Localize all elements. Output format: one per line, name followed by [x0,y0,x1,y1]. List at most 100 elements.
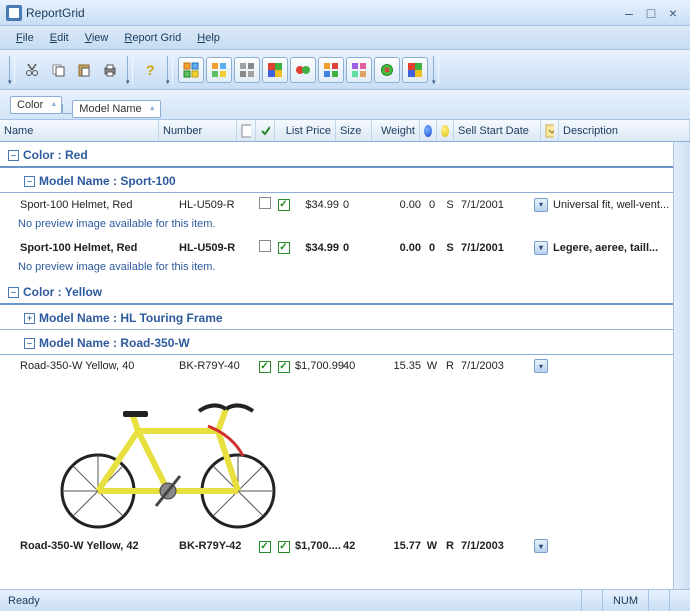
cell-price: $1,700.99 [293,360,341,372]
table-row[interactable]: Sport-100 Helmet, Red HL-U509-R $34.99 0… [0,236,690,259]
menu-help[interactable]: Help [189,30,228,46]
cell-size: 40 [341,360,369,372]
cell-dropdown[interactable]: ▾ [531,241,551,255]
paste-button[interactable] [72,58,96,82]
tool-icon-8[interactable] [374,57,400,83]
cell-flag2[interactable] [274,241,293,254]
tool-icon-4[interactable] [262,57,288,83]
group-model-sport100[interactable]: – Model Name : Sport-100 [0,168,690,193]
group-model-hltouring[interactable]: + Model Name : HL Touring Frame [0,305,690,330]
cell-weight: 15.35 [369,360,423,372]
cell-date: 7/1/2003 [459,360,531,372]
tool-icon-2[interactable] [206,57,232,83]
grid-body: – Color : Red – Model Name : Sport-100 S… [0,142,690,589]
col-listprice[interactable]: List Price [275,120,336,141]
cell-dropdown[interactable]: ▾ [531,359,551,373]
cell-name: Sport-100 Helmet, Red [18,199,177,211]
collapse-icon[interactable]: – [8,287,19,298]
toolbar: ? [0,50,690,90]
maximize-button[interactable]: □ [640,4,662,22]
print-button[interactable] [98,58,122,82]
toolbar-sep-1 [127,56,133,84]
col-flag1[interactable] [237,120,256,141]
vertical-scrollbar[interactable] [673,142,690,589]
no-preview-text: No preview image available for this item… [0,216,690,236]
status-pane [648,590,669,611]
cell-name: Sport-100 Helmet, Red [18,242,177,254]
table-row[interactable]: Road-350-W Yellow, 40 BK-R79Y-40 $1,700.… [0,355,690,377]
cell-flag1[interactable] [255,197,274,212]
tool-icon-1[interactable] [178,57,204,83]
table-row[interactable]: Road-350-W Yellow, 42 BK-R79Y-42 $1,700.… [0,535,690,557]
groupby-bar: Color Model Name [0,90,690,120]
cell-price: $34.99 [293,199,341,211]
col-color-blue[interactable] [420,120,437,141]
toolbar-sep-3 [433,56,439,84]
groupby-modelname[interactable]: Model Name [72,100,160,118]
col-sellstartdate[interactable]: Sell Start Date [454,120,541,141]
toolbar-grip[interactable] [9,56,15,84]
collapse-icon[interactable]: – [24,338,35,349]
cell-number: BK-R79Y-42 [177,540,255,552]
menu-reportgrid[interactable]: Report Grid [116,30,189,46]
collapse-icon[interactable]: – [24,176,35,187]
cell-dropdown[interactable]: ▾ [531,539,551,553]
copy-button[interactable] [46,58,70,82]
cell-desc: Legere, aeree, taill... [551,242,690,254]
col-flag2[interactable] [256,120,275,141]
cell-flag2[interactable] [274,360,293,373]
table-row[interactable]: Sport-100 Helmet, Red HL-U509-R $34.99 0… [0,193,690,216]
cell-wu: 0 [423,242,441,254]
col-dropdown[interactable] [541,120,559,141]
statusbar: Ready NUM [0,589,690,611]
cell-weight: 0.00 [369,199,423,211]
cell-date: 7/1/2003 [459,540,531,552]
group-color-red[interactable]: – Color : Red [0,142,690,168]
cell-wu: W [423,540,441,552]
cell-weight: 0.00 [369,242,423,254]
tool-icon-7[interactable] [346,57,372,83]
cell-number: BK-R79Y-40 [177,360,255,372]
group-model-road350w[interactable]: – Model Name : Road-350-W [0,330,690,355]
cell-desc: Universal fit, well-vent... [551,199,690,211]
column-header: Name Number List Price Size Weight Sell … [0,120,690,142]
col-weight[interactable]: Weight [372,120,420,141]
svg-text:?: ? [146,62,155,78]
groupby-color[interactable]: Color [10,96,62,114]
collapse-icon[interactable]: – [8,150,19,161]
cell-number: HL-U509-R [177,242,255,254]
cell-price: $1,700.... [293,540,341,552]
cell-dropdown[interactable]: ▾ [531,198,551,212]
cell-ru: S [441,242,459,254]
close-button[interactable]: × [662,4,684,22]
cell-flag2[interactable] [274,540,293,553]
col-color-yellow[interactable] [437,120,454,141]
tool-icon-5[interactable] [290,57,316,83]
minimize-button[interactable]: – [618,4,640,22]
cell-ru: S [441,199,459,211]
group-color-yellow[interactable]: – Color : Yellow [0,279,690,305]
cell-flag1[interactable] [255,540,274,553]
col-description[interactable]: Description [559,120,690,141]
menubar: File Edit View Report Grid Help [0,26,690,50]
cut-button[interactable] [20,58,44,82]
menu-edit[interactable]: Edit [42,30,77,46]
cell-date: 7/1/2001 [459,199,531,211]
tool-icon-3[interactable] [234,57,260,83]
col-name[interactable]: Name [0,120,159,141]
resize-grip[interactable] [669,590,690,611]
menu-view[interactable]: View [77,30,117,46]
tool-icon-9[interactable] [402,57,428,83]
cell-size: 42 [341,540,369,552]
status-ready: Ready [0,595,581,607]
expand-icon[interactable]: + [24,313,35,324]
help-button[interactable]: ? [138,58,162,82]
menu-file[interactable]: File [8,30,42,46]
col-size[interactable]: Size [336,120,372,141]
cell-ru: R [441,360,459,372]
tool-icon-6[interactable] [318,57,344,83]
cell-flag1[interactable] [255,240,274,255]
col-number[interactable]: Number [159,120,237,141]
cell-flag1[interactable] [255,360,274,373]
cell-flag2[interactable] [274,198,293,211]
